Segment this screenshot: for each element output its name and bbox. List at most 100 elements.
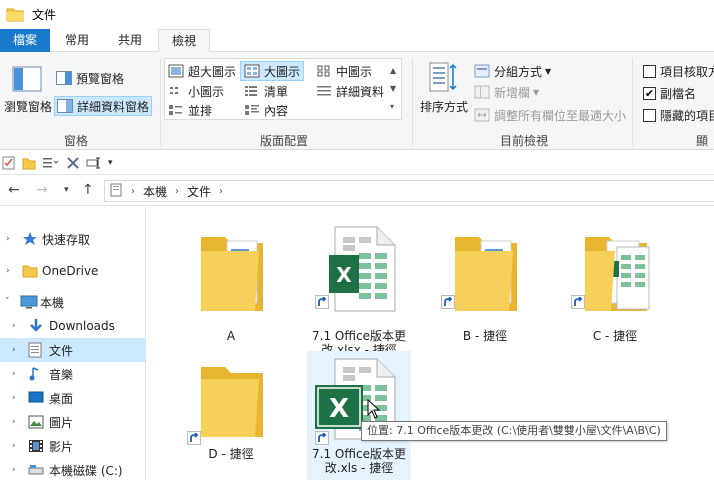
breadcrumb-this-pc[interactable]: 本機 bbox=[143, 183, 167, 200]
add-columns-button[interactable]: 新增欄 ▼ bbox=[474, 82, 539, 102]
group-by-button[interactable]: 分組方式 ▼ bbox=[474, 61, 551, 81]
navigation-pane-button[interactable]: 瀏覽窗格 bbox=[4, 96, 52, 116]
chevron-right-icon[interactable]: › bbox=[12, 321, 16, 331]
navigation-pane-icon[interactable] bbox=[12, 64, 44, 94]
extra-large-icons-button[interactable]: 超大圖示 bbox=[168, 61, 236, 81]
tiles-view-button[interactable]: 並排 bbox=[168, 100, 212, 120]
breadcrumb-separator-icon[interactable]: › bbox=[175, 186, 179, 197]
sidebar-item-pictures[interactable]: › 圖片 bbox=[0, 410, 146, 434]
file-item-d-shortcut[interactable]: D - 捷徑 bbox=[179, 351, 283, 469]
sidebar-item-desktop[interactable]: › 桌面 bbox=[0, 386, 146, 410]
details-pane-label: 詳細資料窗格 bbox=[77, 99, 150, 114]
breadcrumb-documents[interactable]: 文件 bbox=[187, 183, 211, 200]
list-view-label: 清單 bbox=[264, 84, 289, 99]
chevron-down-icon[interactable]: ˅ bbox=[5, 297, 10, 307]
download-icon bbox=[28, 318, 44, 334]
sidebar-item-music[interactable]: › 音樂 bbox=[0, 362, 146, 386]
hidden-items-toggle[interactable]: 隱藏的項目 bbox=[643, 105, 714, 125]
sidebar-item-documents[interactable]: › 文件 bbox=[0, 338, 146, 362]
navigation-pane-label: 瀏覽窗格 bbox=[4, 99, 53, 114]
details-view-label: 詳細資料 bbox=[336, 84, 385, 99]
tiles-icon bbox=[169, 105, 182, 115]
sort-by-button[interactable]: 排序方式 bbox=[420, 96, 468, 116]
sidebar-item-onedrive[interactable]: › OneDrive bbox=[0, 259, 146, 283]
shortcut-arrow-icon bbox=[187, 431, 201, 445]
svg-text:X: X bbox=[329, 394, 349, 424]
tab-home[interactable]: 常用 bbox=[55, 29, 99, 52]
file-extensions-toggle[interactable]: ✔ 副檔名 bbox=[643, 83, 696, 103]
separator bbox=[412, 58, 413, 146]
content-view-button[interactable]: 內容 bbox=[244, 100, 288, 120]
small-icons-icon bbox=[170, 87, 178, 94]
sidebar-item-videos[interactable]: › 影片 bbox=[0, 434, 146, 458]
list-icon bbox=[245, 86, 257, 96]
delete-icon[interactable] bbox=[66, 156, 80, 170]
view-options-icon[interactable] bbox=[42, 156, 60, 170]
chevron-right-icon[interactable]: › bbox=[12, 417, 16, 427]
picture-icon bbox=[28, 415, 44, 429]
chevron-right-icon[interactable]: › bbox=[12, 393, 16, 403]
chevron-right-icon[interactable]: › bbox=[6, 266, 10, 276]
sort-by-icon[interactable] bbox=[428, 60, 462, 94]
details-pane-button[interactable]: 詳細資料窗格 bbox=[54, 96, 153, 116]
new-folder-icon[interactable] bbox=[22, 156, 36, 170]
checkbox[interactable] bbox=[643, 108, 656, 122]
up-arrow-icon[interactable]: ↑ bbox=[82, 182, 94, 198]
breadcrumb-separator-icon[interactable]: › bbox=[131, 186, 135, 197]
customize-toolbar-icon[interactable]: ▾ bbox=[108, 158, 113, 168]
file-name: 7.1 Office版本更 bbox=[312, 447, 406, 461]
chevron-right-icon[interactable]: › bbox=[12, 465, 16, 475]
checkbox[interactable] bbox=[643, 64, 656, 78]
add-columns-label: 新增欄 bbox=[494, 85, 531, 100]
file-name: 7.1 Office版本更 bbox=[312, 329, 406, 343]
medium-icons-button[interactable]: 中圖示 bbox=[316, 61, 372, 81]
gallery-scroll[interactable]: ▲ ▼ ▾ bbox=[390, 62, 396, 116]
group-by-label: 分組方式 bbox=[494, 64, 543, 79]
small-icons-button[interactable]: 小圖示 bbox=[168, 81, 224, 101]
file-item-c-shortcut[interactable]: C - 捷徑 bbox=[563, 219, 667, 343]
tab-view[interactable]: 檢視 bbox=[158, 29, 210, 53]
sidebar-item-this-pc[interactable]: ˅ 本機 bbox=[0, 290, 146, 314]
desktop-icon bbox=[28, 391, 44, 405]
chevron-right-icon[interactable]: › bbox=[12, 369, 16, 379]
navigation-bar: ← → ▾ ↑ › 本機 › 文件 › bbox=[0, 176, 714, 206]
item-checkboxes-toggle[interactable]: 項目核取方 bbox=[643, 61, 714, 81]
address-bar[interactable]: › 本機 › 文件 › bbox=[104, 180, 714, 202]
sidebar-item-label: 桌面 bbox=[49, 391, 74, 406]
folder-icon bbox=[197, 357, 267, 444]
rename-icon[interactable] bbox=[86, 156, 102, 170]
tab-share[interactable]: 共用 bbox=[108, 29, 152, 52]
sidebar-item-quick-access[interactable]: › 快速存取 bbox=[0, 227, 146, 251]
file-item-xlsx-shortcut[interactable]: X 7.1 Office版本更 改.xlsx - 捷徑 bbox=[307, 219, 411, 357]
current-view-group-label: 目前檢視 bbox=[500, 134, 549, 148]
file-item-b-shortcut[interactable]: B - 捷徑 bbox=[433, 219, 537, 343]
large-icons-button[interactable]: 大圖示 bbox=[240, 61, 305, 81]
file-name: A bbox=[226, 329, 236, 343]
breadcrumb-separator-icon[interactable]: › bbox=[219, 186, 223, 197]
file-item-folder-a[interactable]: A bbox=[179, 219, 283, 343]
recent-locations-icon[interactable]: ▾ bbox=[64, 185, 69, 195]
preview-pane-icon bbox=[56, 71, 72, 85]
large-icons-icon bbox=[244, 64, 260, 78]
preview-pane-button[interactable]: 預覽窗格 bbox=[56, 68, 124, 88]
chevron-right-icon[interactable]: › bbox=[12, 441, 16, 451]
sidebar-item-downloads[interactable]: › Downloads bbox=[0, 314, 146, 338]
size-columns-button[interactable]: 調整所有欄位至最適大小 bbox=[474, 105, 626, 125]
forward-arrow-icon[interactable]: → bbox=[36, 182, 48, 198]
content-icon bbox=[245, 105, 259, 115]
back-arrow-icon[interactable]: ← bbox=[8, 182, 20, 198]
chevron-right-icon[interactable]: › bbox=[12, 345, 16, 355]
sidebar-item-label: OneDrive bbox=[42, 264, 99, 278]
checkbox-checked[interactable]: ✔ bbox=[643, 86, 656, 100]
tab-file[interactable]: 檔案 bbox=[0, 29, 50, 52]
sidebar-item-local-disk[interactable]: › 本機磁碟 (C:) bbox=[0, 458, 146, 480]
chevron-right-icon[interactable]: › bbox=[6, 234, 10, 244]
separator bbox=[160, 58, 161, 146]
list-view-button[interactable]: 清單 bbox=[244, 81, 288, 101]
extra-large-icons-icon bbox=[168, 64, 184, 78]
file-item-xls-shortcut[interactable]: X 7.1 Office版本更 改.xls - 捷徑 bbox=[307, 351, 411, 480]
properties-icon[interactable] bbox=[2, 156, 16, 170]
details-view-button[interactable]: 詳細資料 bbox=[316, 81, 384, 101]
ribbon-tabs: 檔案 常用 共用 檢視 bbox=[0, 29, 714, 53]
sidebar-item-label: 音樂 bbox=[49, 367, 74, 382]
